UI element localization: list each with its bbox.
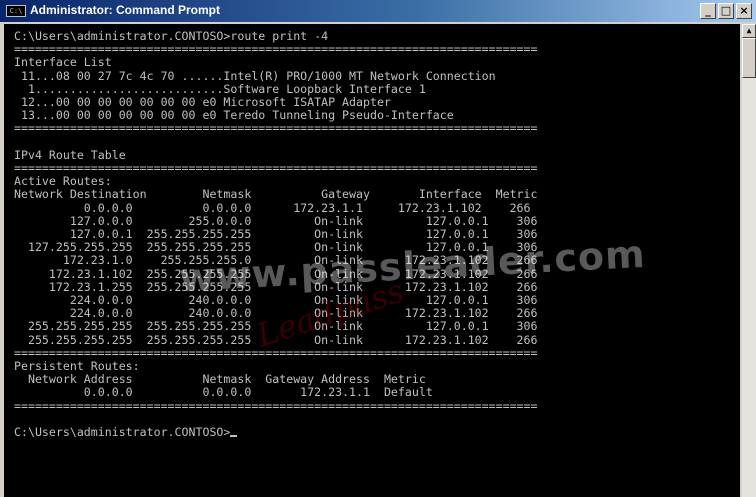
- terminal-line: 0.0.0.0 0.0.0.0 172.23.1.1 Default: [14, 385, 433, 400]
- terminal-line: 0.0.0.0 0.0.0.0 172.23.1.1 172.23.1.102 …: [14, 200, 531, 215]
- terminal-line: 172.23.1.0 255.255.255.0 On-link 172.23.…: [14, 253, 538, 268]
- minimize-button[interactable]: _: [700, 3, 716, 19]
- terminal-line: Interface List: [14, 55, 112, 70]
- terminal-line: ========================================…: [14, 121, 538, 136]
- terminal-line: ========================================…: [14, 161, 538, 176]
- maximize-button[interactable]: □: [718, 3, 734, 19]
- terminal-line: C:\Users\administrator.CONTOSO>: [14, 425, 740, 439]
- command-prompt-window: C:\ Administrator: Command Prompt _ □ × …: [0, 0, 756, 497]
- text-cursor: [230, 435, 238, 438]
- terminal-line: 172.23.1.102 255.255.255.255 On-link 172…: [14, 266, 538, 281]
- console-area[interactable]: C:\Users\administrator.CONTOSO>route pri…: [4, 24, 740, 497]
- window-controls: _ □ ×: [700, 3, 752, 19]
- terminal-line: 11...08 00 27 7c 4c 70 ......Intel(R) PR…: [14, 68, 496, 83]
- terminal-line: 255.255.255.255 255.255.255.255 On-link …: [14, 319, 538, 334]
- terminal-line: Network Destination Netmask Gateway Inte…: [14, 187, 538, 202]
- console-app-icon[interactable]: C:\: [6, 5, 26, 17]
- title-bar[interactable]: C:\ Administrator: Command Prompt _ □ ×: [0, 0, 756, 22]
- terminal-line: ========================================…: [14, 398, 538, 413]
- scroll-up-arrow-icon[interactable]: ▲: [742, 24, 756, 38]
- terminal-line: ========================================…: [14, 42, 538, 57]
- vertical-scrollbar[interactable]: ▲: [742, 24, 756, 497]
- terminal-line: 255.255.255.255 255.255.255.255 On-link …: [14, 332, 538, 347]
- window-title: Administrator: Command Prompt: [30, 3, 221, 17]
- close-button[interactable]: ×: [736, 3, 752, 19]
- terminal-output: C:\Users\administrator.CONTOSO>route pri…: [4, 24, 740, 439]
- scrollbar-thumb[interactable]: [742, 38, 756, 78]
